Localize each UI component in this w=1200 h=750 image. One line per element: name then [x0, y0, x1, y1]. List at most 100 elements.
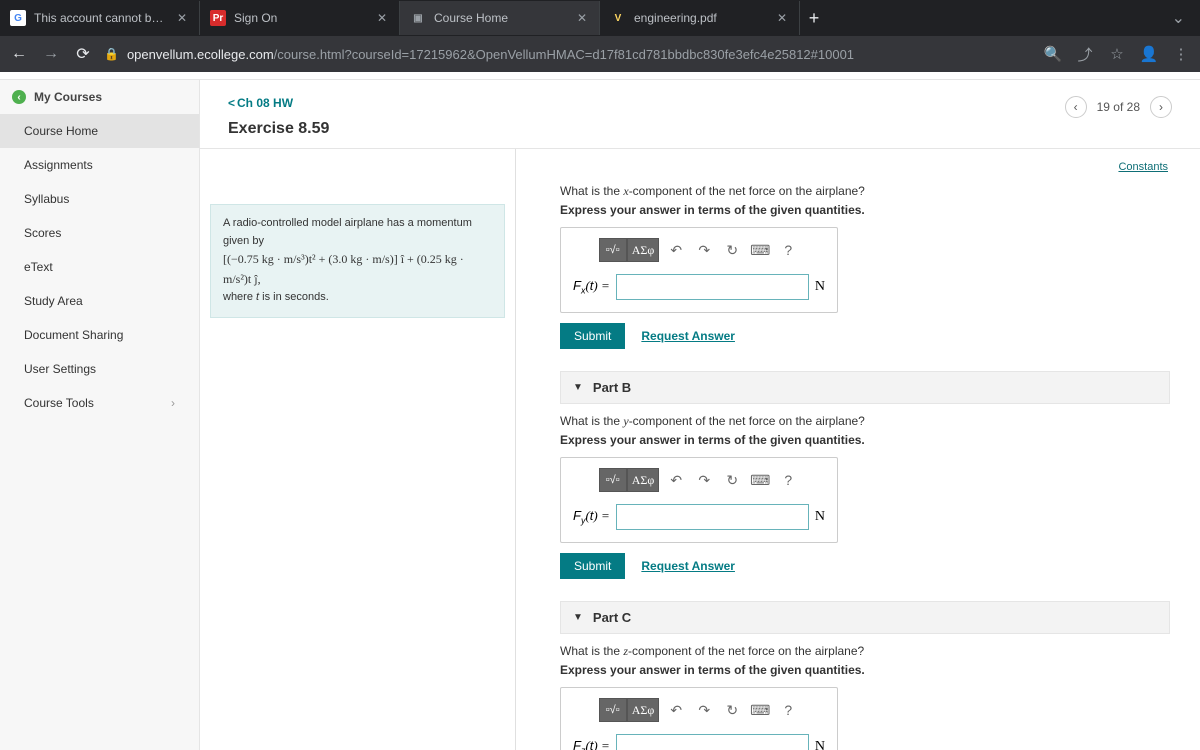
search-icon[interactable]: 🔍 [1042, 45, 1064, 63]
templates-button[interactable]: ▫√▫ [599, 238, 627, 262]
browser-tab[interactable]: V engineering.pdf ✕ [600, 1, 800, 35]
prev-item-button[interactable]: ‹ [1065, 96, 1087, 118]
redo-icon[interactable]: ↷ [693, 699, 715, 721]
answer-input-b[interactable] [616, 504, 809, 530]
reset-icon[interactable]: ↻ [721, 699, 743, 721]
equation-toolbar: ▫√▫ ΑΣφ ↶ ↷ ↻ ⌨ ? [573, 238, 825, 262]
browser-tab-active[interactable]: ▣ Course Home ✕ [400, 1, 600, 35]
reset-icon[interactable]: ↻ [721, 469, 743, 491]
request-answer-link[interactable]: Request Answer [641, 329, 735, 343]
help-icon[interactable]: ? [777, 239, 799, 261]
sidebar-item-etext[interactable]: eText [0, 250, 199, 284]
back-button[interactable]: ← [8, 43, 30, 65]
symbols-button[interactable]: ΑΣφ [627, 698, 660, 722]
part-a: What is the x-component of the net force… [560, 184, 1170, 349]
lock-icon: 🔒 [104, 47, 119, 61]
page-content: ‹ My Courses Course Home Assignments Syl… [0, 80, 1200, 750]
forward-button[interactable]: → [40, 43, 62, 65]
symbols-button[interactable]: ΑΣφ [627, 238, 660, 262]
my-courses-link[interactable]: ‹ My Courses [0, 80, 199, 114]
sidebar-item-syllabus[interactable]: Syllabus [0, 182, 199, 216]
submit-button[interactable]: Submit [560, 553, 625, 579]
instruction-a: Express your answer in terms of the give… [560, 203, 1170, 217]
symbols-button[interactable]: ΑΣφ [627, 468, 660, 492]
close-icon[interactable]: ✕ [175, 11, 189, 25]
problem-statement-box: A radio-controlled model airplane has a … [210, 204, 505, 318]
sidebar-item-scores[interactable]: Scores [0, 216, 199, 250]
close-icon[interactable]: ✕ [775, 11, 789, 25]
browser-tab[interactable]: Pr Sign On ✕ [200, 1, 400, 35]
sidebar-item-study-area[interactable]: Study Area [0, 284, 199, 318]
sidebar-item-assignments[interactable]: Assignments [0, 148, 199, 182]
sidebar-item-user-settings[interactable]: User Settings [0, 352, 199, 386]
keyboard-icon[interactable]: ⌨ [749, 239, 771, 261]
my-courses-label: My Courses [34, 90, 102, 104]
equation-toolbar: ▫√▫ ΑΣφ ↶ ↷ ↻ ⌨ ? [573, 468, 825, 492]
constants-link[interactable]: Constants [1118, 161, 1168, 173]
question-text-a: What is the x-component of the net force… [560, 184, 1170, 199]
part-b: ▼ Part B What is the y-component of the … [560, 371, 1170, 579]
tab-strip: G This account cannot be access ✕ Pr Sig… [0, 0, 1200, 36]
collapse-icon: ▼ [573, 612, 583, 623]
pager-text: 19 of 28 [1097, 100, 1140, 114]
undo-icon[interactable]: ↶ [665, 699, 687, 721]
next-item-button[interactable]: › [1150, 96, 1172, 118]
sidebar-item-course-home[interactable]: Course Home [0, 114, 199, 148]
submit-button[interactable]: Submit [560, 323, 625, 349]
browser-tab[interactable]: G This account cannot be access ✕ [0, 1, 200, 35]
problem-intro: A radio-controlled model airplane has a … [223, 217, 472, 247]
request-answer-link[interactable]: Request Answer [641, 559, 735, 573]
lhs-label-c: Fz(t) = [573, 738, 610, 750]
part-c-title: Part C [593, 610, 631, 625]
redo-icon[interactable]: ↷ [693, 469, 715, 491]
sidebar-item-document-sharing[interactable]: Document Sharing [0, 318, 199, 352]
answer-box-c: ▫√▫ ΑΣφ ↶ ↷ ↻ ⌨ ? Fz(t) = N [560, 687, 838, 750]
answer-input-row: Fz(t) = N [573, 734, 825, 750]
keyboard-icon[interactable]: ⌨ [749, 699, 771, 721]
help-icon[interactable]: ? [777, 469, 799, 491]
sidebar-item-course-tools[interactable]: Course Tools › [0, 386, 199, 420]
problem-tail: where t is in seconds. [223, 291, 329, 303]
share-icon[interactable]: ⤴ [1074, 44, 1096, 65]
keyboard-icon[interactable]: ⌨ [749, 469, 771, 491]
problem-statement-column: A radio-controlled model airplane has a … [200, 149, 516, 750]
page-header-strip [0, 72, 1200, 80]
reload-button[interactable]: ⟳ [72, 43, 94, 65]
answer-input-c[interactable] [616, 734, 809, 750]
close-icon[interactable]: ✕ [575, 11, 589, 25]
breadcrumb-label: Ch 08 HW [237, 96, 293, 110]
answer-input-a[interactable] [616, 274, 809, 300]
help-icon[interactable]: ? [777, 699, 799, 721]
undo-icon[interactable]: ↶ [665, 239, 687, 261]
collapse-icon: ▼ [573, 382, 583, 393]
undo-icon[interactable]: ↶ [665, 469, 687, 491]
url-domain: openvellum.ecollege.com [127, 47, 274, 62]
star-icon[interactable]: ☆ [1106, 45, 1128, 63]
breadcrumb[interactable]: < Ch 08 HW [228, 96, 329, 110]
part-b-header[interactable]: ▼ Part B [560, 371, 1170, 404]
answer-input-row: Fx(t) = N [573, 274, 825, 300]
profile-icon[interactable]: 👤 [1138, 45, 1160, 63]
new-tab-button[interactable]: + [800, 8, 828, 29]
sidebar-nav: ‹ My Courses Course Home Assignments Syl… [0, 80, 200, 750]
templates-button[interactable]: ▫√▫ [599, 468, 627, 492]
assignment-header: < Ch 08 HW Exercise 8.59 ‹ 19 of 28 › [200, 80, 1200, 149]
question-text-b: What is the y-component of the net force… [560, 414, 1170, 429]
part-b-title: Part B [593, 380, 631, 395]
part-c-header[interactable]: ▼ Part C [560, 601, 1170, 634]
kebab-menu-icon[interactable]: ⋮ [1170, 45, 1192, 63]
templates-button[interactable]: ▫√▫ [599, 698, 627, 722]
url-field[interactable]: 🔒 openvellum.ecollege.com/course.html?co… [104, 47, 1032, 62]
submit-row: Submit Request Answer [560, 553, 1170, 579]
instruction-c: Express your answer in terms of the give… [560, 663, 1170, 677]
redo-icon[interactable]: ↷ [693, 239, 715, 261]
close-icon[interactable]: ✕ [375, 11, 389, 25]
reset-icon[interactable]: ↻ [721, 239, 743, 261]
unit-label: N [815, 279, 825, 295]
chevron-down-icon[interactable]: ⌄ [1157, 8, 1200, 28]
tab-title: This account cannot be access [34, 11, 167, 25]
answer-box-b: ▫√▫ ΑΣφ ↶ ↷ ↻ ⌨ ? Fy(t) = N [560, 457, 838, 543]
exercise-title: Exercise 8.59 [228, 120, 329, 138]
part-c: ▼ Part C What is the z-component of the … [560, 601, 1170, 750]
course-tools-label: Course Tools [24, 396, 94, 410]
